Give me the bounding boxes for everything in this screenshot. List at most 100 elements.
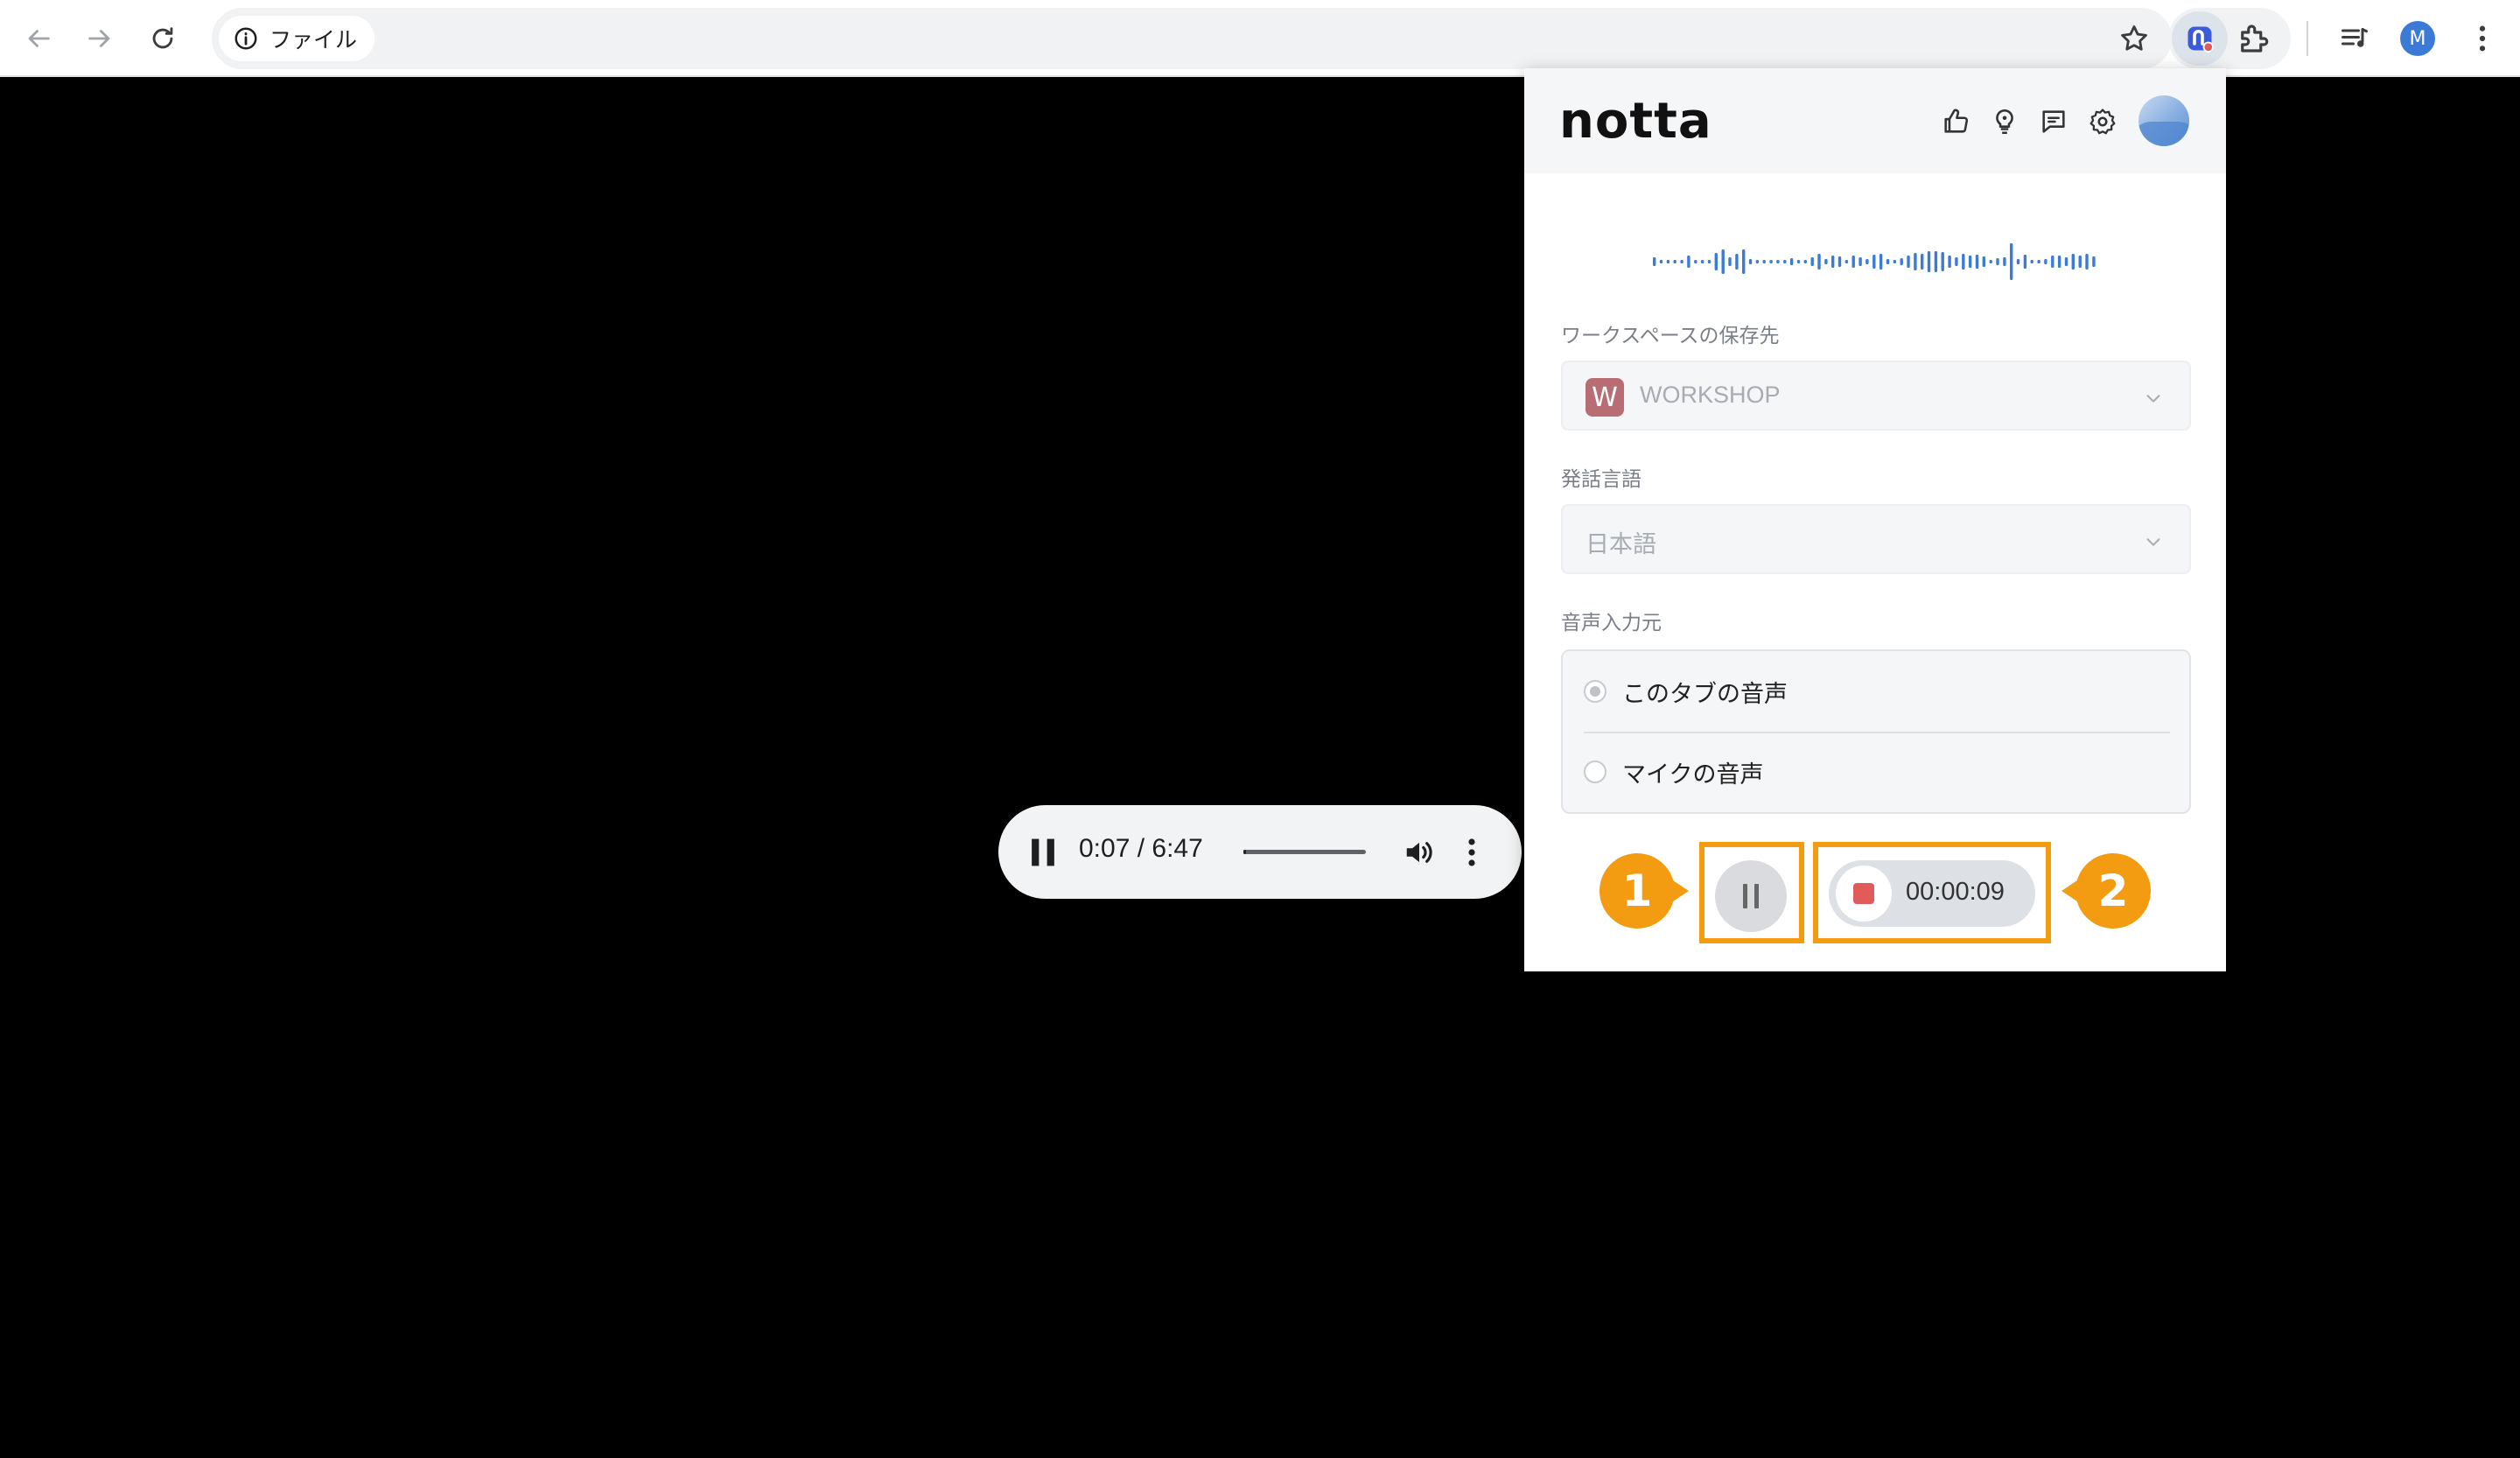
waveform-bar <box>2092 256 2096 267</box>
waveform-bar <box>2023 255 2027 269</box>
waveform-bar <box>1879 254 1883 270</box>
chevron-down-icon <box>2146 538 2160 546</box>
waveform-bar <box>1755 260 1760 263</box>
callout-arrow-2 <box>2062 880 2077 901</box>
notta-extension-icon <box>2188 26 2214 53</box>
browser-toolbar: ファイル M <box>0 0 2520 77</box>
waveform-bar <box>1783 260 1787 263</box>
pause-icon <box>1741 884 1760 908</box>
waveform-bar <box>1728 257 1732 266</box>
more-vertical-icon <box>2479 25 2486 52</box>
radio-button-selected[interactable] <box>1584 680 1606 703</box>
notta-extension-button[interactable] <box>2172 11 2228 66</box>
waveform-bar <box>1989 260 1992 263</box>
waveform-bar <box>1914 253 1917 270</box>
user-avatar[interactable] <box>2138 95 2189 146</box>
waveform-bar <box>1796 260 1801 263</box>
recording-timer: 00:00:09 <box>1906 878 2005 906</box>
callout-marker-2: 2 <box>2076 853 2151 929</box>
workspace-label: ワークスペースの保存先 <box>1561 325 1780 347</box>
waveform-bar <box>1982 256 1985 267</box>
waveform-bar <box>1776 260 1780 263</box>
gear-icon[interactable] <box>2088 107 2118 137</box>
waveform-bar <box>1948 256 1951 268</box>
waveform-bar <box>1907 256 1910 268</box>
language-value: 日本語 <box>1586 531 1656 557</box>
seek-progress <box>1243 850 1246 854</box>
waveform-bar <box>1653 257 1656 266</box>
waveform-bar <box>1831 256 1835 268</box>
workspace-badge: W <box>1586 378 1624 417</box>
volume-icon[interactable] <box>1403 836 1436 869</box>
browser-menu-button[interactable] <box>2461 18 2503 60</box>
waveform-bar <box>1824 259 1828 264</box>
waveform-bar <box>2016 259 2020 264</box>
waveform-bar <box>2037 260 2040 263</box>
forward-button[interactable] <box>77 16 122 61</box>
language-select[interactable]: 日本語 <box>1561 504 2191 574</box>
media-player-controls: 0:07 / 6:47 <box>998 805 1522 899</box>
waveform-bar <box>1817 254 1821 270</box>
waveform-bar <box>1700 260 1704 263</box>
waveform-bar <box>1673 260 1676 263</box>
waveform-bar <box>1838 256 1842 267</box>
back-button[interactable] <box>16 16 61 61</box>
waveform-bar <box>1858 257 1862 266</box>
waveform-bar <box>2030 260 2034 263</box>
pause-icon[interactable] <box>1028 837 1058 868</box>
audio-source-option-mic[interactable]: マイクの音声 <box>1584 746 2170 798</box>
waveform-bar <box>2064 257 2068 266</box>
waveform-bar <box>1742 249 1746 274</box>
waveform-bar <box>1721 249 1725 274</box>
chevron-down-icon <box>2146 395 2160 403</box>
waveform-bar <box>1934 251 1938 272</box>
language-label: 発話言語 <box>1561 468 1642 491</box>
waveform-bar <box>1962 254 1965 270</box>
waveform-bar <box>1893 260 1896 263</box>
profile-avatar[interactable]: M <box>2400 21 2435 56</box>
audio-source-option-tab[interactable]: このタブの音声 <box>1584 665 2170 718</box>
audio-source-option-label: このタブの音声 <box>1622 680 1788 708</box>
audio-waveform <box>1653 243 2096 280</box>
waveform-bar <box>1968 256 1972 268</box>
popup-header: notta <box>1524 68 2226 173</box>
reload-icon <box>152 27 173 49</box>
workspace-select[interactable]: W WORKSHOP <box>1561 361 2191 431</box>
waveform-bar <box>1707 260 1712 263</box>
queue-music-icon <box>2342 28 2368 47</box>
address-bar[interactable]: ファイル <box>212 8 2172 69</box>
playback-time: 0:07 / 6:47 <box>1079 834 1203 863</box>
waveform-bar <box>1687 256 1690 268</box>
pause-recording-button[interactable] <box>1715 860 1787 932</box>
waveform-bar <box>2085 254 2089 270</box>
site-info-chip[interactable]: ファイル <box>219 16 375 61</box>
waveform-bar <box>2051 256 2054 268</box>
waveform-bar <box>2003 257 2006 266</box>
waveform-bar <box>1666 260 1670 263</box>
feedback-icon[interactable] <box>2039 107 2068 137</box>
radio-button[interactable] <box>1584 761 1606 783</box>
lightbulb-icon[interactable] <box>1990 107 2020 137</box>
waveform-bar <box>1927 251 1931 272</box>
waveform-bar <box>1941 252 1944 271</box>
more-vertical-icon[interactable] <box>1467 837 1476 868</box>
bookmark-star-icon[interactable] <box>2118 22 2151 55</box>
media-control-button[interactable] <box>2334 18 2376 60</box>
stop-button[interactable] <box>1836 866 1892 922</box>
site-chip-label: ファイル <box>270 27 358 53</box>
toolbar-separator <box>2306 21 2308 56</box>
waveform-bar <box>1872 255 1876 269</box>
stop-recording-control[interactable]: 00:00:09 <box>1829 860 2035 927</box>
waveform-bar <box>1866 259 1869 264</box>
waveform-bar <box>1900 258 1903 265</box>
workspace-value: WORKSHOP <box>1640 382 1781 408</box>
waveform-bar <box>1844 260 1849 263</box>
thumbs-up-icon[interactable] <box>1941 107 1970 137</box>
waveform-bar <box>2010 243 2013 280</box>
waveform-bar <box>2044 259 2048 264</box>
reload-button[interactable] <box>140 16 186 61</box>
waveform-bar <box>2078 256 2082 268</box>
seek-bar[interactable] <box>1243 850 1366 854</box>
puzzle-icon[interactable] <box>2235 20 2272 57</box>
waveform-bar <box>1886 259 1890 264</box>
